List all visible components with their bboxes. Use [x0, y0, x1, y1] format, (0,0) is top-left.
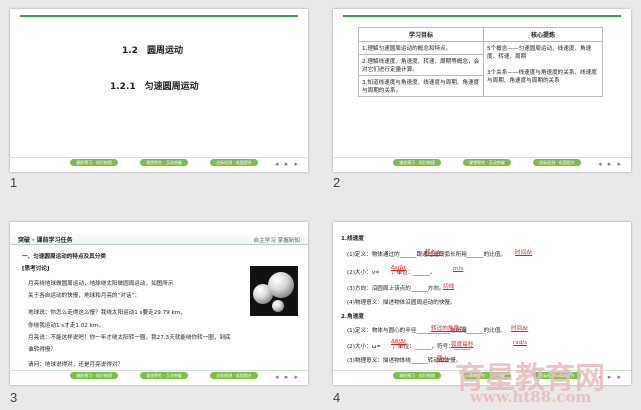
nav-pill[interactable]: 达标检测 · 巩固提升 — [533, 159, 581, 166]
slide-thumbnail-1[interactable]: 1.2 圆周运动 1.2.1 匀速圆周运动 课前预习 · 知识梳理 课堂探究 ·… — [10, 9, 308, 172]
nav-pill[interactable]: 课堂探究 · 互动突破 — [140, 372, 188, 379]
sub-title: [思考讨论] — [22, 266, 50, 272]
slide-1-subheading: 1.2.1 匀速圆周运动 — [110, 82, 199, 92]
nav-pill[interactable]: 课前预习 · 知识梳理 — [393, 372, 441, 379]
nav-pill[interactable]: 达标检测 · 巩固提升 — [210, 159, 258, 166]
nav-arrows[interactable]: ◂ ▸ ▸ — [275, 160, 300, 168]
text-line: 2.角速度 — [341, 314, 364, 320]
objectives-table: 学习目标 核心提炼 1.理解匀速圆周运动的概念和特点。 5个概念——匀速圆周运动… — [358, 27, 603, 97]
watermark-url: www.ht88.com — [470, 388, 592, 406]
nav-pill[interactable]: 课堂探究 · 互动突破 — [140, 159, 188, 166]
top-rule — [20, 15, 298, 17]
answer: 时间Δt — [511, 326, 529, 332]
answer: rad/s — [513, 340, 528, 346]
answer: 弧度每秒 — [451, 342, 474, 348]
slide-number: 4 — [333, 390, 341, 405]
slide-1-heading: 1.2 圆周运动 — [122, 46, 183, 56]
slide-thumbnail-3[interactable]: 突破 · 课前学习任务 自主学习 掌握新知 一、匀速圆周运动的特点及其分类 [思… — [10, 222, 308, 385]
bar-right: 自主学习 掌握新知 — [253, 238, 300, 244]
text-line: (3)方向：沿圆周上该点的______方向。 — [347, 286, 445, 292]
slide-number: 2 — [333, 175, 341, 190]
fraction: Δθ/Δt — [391, 339, 407, 345]
bottom-rule — [10, 370, 308, 371]
nav-arrows[interactable]: ◂ ▸ ▸ — [598, 160, 623, 168]
slide-number: 1 — [10, 175, 18, 190]
earth-icon — [268, 272, 294, 298]
bar-title: 突破 · 课前学习任务 — [18, 237, 73, 244]
slide-thumbnail-2[interactable]: 学习目标 核心提炼 1.理解匀速圆周运动的概念和特点。 5个概念——匀速圆周运动… — [333, 9, 631, 172]
text-line: 月亮绕地球做圆周运动，地球绕太阳做圆周运动，如图所示 — [28, 281, 174, 287]
earth-moon-image — [250, 266, 298, 316]
core-item: 3个关系——线速度与角速度的关系、线速度与周期、角速度与周期的关系 — [487, 70, 597, 84]
answer: m/s — [453, 266, 464, 272]
text-line: 1.线速度 — [341, 236, 364, 242]
text-line: (4)物理意义：描述物体沿圆周运动的快慢。 — [347, 300, 456, 306]
nav-arrows[interactable]: ◂ ▸ ▸ — [275, 373, 300, 381]
text-line: 请问：地球说得对，还是月亮说得对？ — [28, 362, 124, 368]
text-line: 你绕我运动1 s才走1.02 km。 — [28, 323, 104, 329]
text-line: 地球说：你怎么走得这么慢？我绕太阳运动1 s要走29.79 km， — [28, 310, 186, 316]
text-line: 谁转得慢？ — [28, 347, 56, 353]
nav-pill[interactable]: 达标检测 · 巩固提升 — [210, 372, 258, 379]
slide-nav-pills: 课前预习 · 知识梳理 课堂探究 · 互动突破 达标检测 · 巩固提升 — [70, 372, 258, 379]
answer: 切线 — [443, 284, 455, 290]
table-cell: 5个概念——匀速圆周运动、线速度、角速度、转速、周期 3个关系——线速度与角速度… — [483, 41, 603, 97]
slide-nav-pills: 课前预习 · 知识梳理 课堂探究 · 互动突破 达标检测 · 巩固提升 — [393, 159, 581, 166]
small-planet-icon — [272, 300, 284, 312]
table-header: 学习目标 — [358, 27, 484, 42]
nav-pill[interactable]: 课前预习 · 知识梳理 — [393, 159, 441, 166]
section-title: 一、匀速圆周运动的特点及其分类 — [22, 254, 106, 260]
answer: 时间Δt — [515, 250, 533, 256]
answer: 转过的角度Δθ — [431, 326, 467, 332]
fraction: Δs/Δt — [391, 265, 406, 271]
text-line: (1)定义：物体与圆心的半径____________与所用______的比值。 — [347, 328, 506, 334]
bottom-rule — [10, 157, 308, 158]
table-cell: 3.知道线速度与角速度、线速度与周期、角速度与周期的关系。 — [358, 75, 484, 97]
answer: 圆心 — [437, 356, 449, 362]
answer: 弧长Δs — [425, 250, 443, 256]
nav-pill[interactable]: 课堂探究 · 互动突破 — [463, 159, 511, 166]
nav-pill[interactable]: 课前预习 · 知识梳理 — [70, 159, 118, 166]
nav-pill[interactable]: 课前预习 · 知识梳理 — [70, 372, 118, 379]
table-cell: 1.理解匀速圆周运动的概念和特点。 — [358, 41, 484, 55]
text-line: 月亮说：不能这样说吧！你一年才绕太阳转一圈，我27.3天就能绕你转一圈，到底 — [28, 335, 231, 341]
table-header: 核心提炼 — [483, 27, 603, 42]
bottom-rule — [333, 157, 631, 158]
table-cell: 2.理解线速度、角速度、转速、周期等概念，会对它们进行定量计算。 — [358, 54, 484, 76]
slide-number: 3 — [10, 390, 18, 405]
slide-nav-pills: 课前预习 · 知识梳理 课堂探究 · 互动突破 达标检测 · 巩固提升 — [70, 159, 258, 166]
top-rule — [343, 15, 621, 17]
text-line: 关于各自运动的快慢，地球和月亮的“对话”： — [28, 293, 141, 299]
core-item: 5个概念——匀速圆周运动、线速度、角速度、转速、周期 — [487, 46, 592, 60]
